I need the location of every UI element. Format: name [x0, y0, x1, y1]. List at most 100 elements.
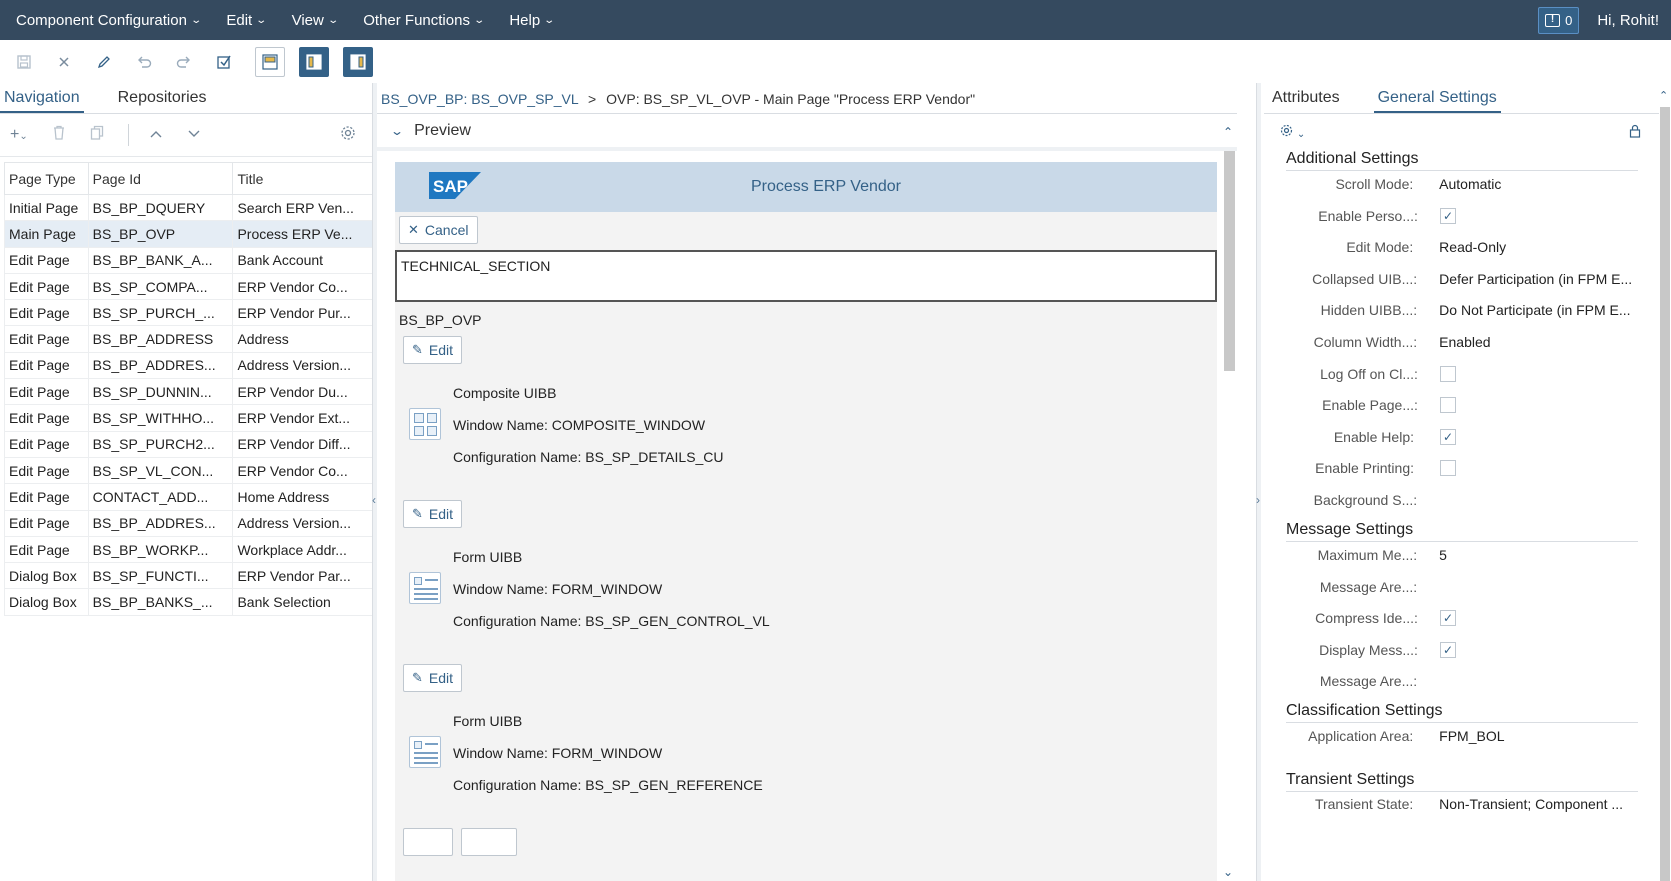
setting-checkbox[interactable]: ✓	[1440, 207, 1456, 224]
preview-header[interactable]: ⌄ Preview	[377, 114, 1237, 151]
table-row[interactable]: Edit Page CONTACT_ADD... Home Address	[4, 483, 374, 511]
menu-other-functions[interactable]: Other Functions ⌄	[350, 0, 496, 40]
layout-right-button[interactable]	[343, 46, 373, 77]
page-id-cell: BS_BP_BANK_A...	[87, 246, 234, 274]
partial-button[interactable]	[403, 828, 453, 856]
check-button[interactable]	[209, 47, 239, 77]
move-up-button[interactable]	[149, 126, 163, 144]
setting-row: Transient State: Non-Transient; Component…	[1286, 792, 1638, 816]
menu-edit[interactable]: Edit ⌄	[213, 0, 278, 40]
page-id-cell: BS_BP_BANKS_...	[87, 588, 234, 616]
table-row[interactable]: Edit Page BS_BP_ADDRESS Address	[4, 325, 374, 353]
menu-component-configuration[interactable]: Component Configuration ⌄	[0, 0, 213, 40]
table-row[interactable]: Dialog Box BS_BP_BANKS_... Bank Selection	[4, 588, 374, 616]
table-row[interactable]: Dialog Box BS_SP_FUNCTI... ERP Vendor Par.…	[4, 562, 374, 590]
add-button[interactable]: +⌄	[10, 126, 28, 144]
column-header-page-id[interactable]: Page Id	[87, 162, 234, 195]
page-type-cell: Edit Page	[4, 404, 89, 432]
column-header-page-type[interactable]: Page Type	[4, 162, 89, 195]
title-cell: Search ERP Ven...	[232, 193, 374, 222]
layout-top-button[interactable]	[255, 46, 285, 77]
edit-button[interactable]: ✎ Edit	[403, 500, 463, 528]
top-menu-bar: Component Configuration ⌄ Edit ⌄ View ⌄ Oth…	[0, 0, 1671, 40]
edit-button[interactable]: ✎ Edit	[403, 336, 463, 364]
menu-view[interactable]: View ⌄	[279, 0, 351, 40]
tab-repositories[interactable]: Repositories	[114, 83, 211, 113]
tab-navigation[interactable]: Navigation	[0, 83, 84, 113]
tab-attributes[interactable]: Attributes	[1268, 83, 1344, 113]
table-row[interactable]: Edit Page BS_BP_ADDRES... Address Version.…	[4, 351, 374, 380]
delete-button[interactable]	[52, 125, 66, 145]
center-scrollbar[interactable]: ⌃ ⌄	[1222, 83, 1237, 881]
page-type-cell: Edit Page	[4, 456, 89, 485]
save-icon	[17, 54, 31, 69]
table-row[interactable]: Initial Page BS_BP_DQUERY Search ERP Ven..…	[4, 193, 374, 222]
redo-button[interactable]	[169, 47, 199, 77]
setting-checkbox[interactable]	[1440, 397, 1456, 414]
setting-row: Log Off on Cl...:	[1286, 362, 1638, 386]
table-row[interactable]: Edit Page BS_BP_WORKP... Workplace Addr...	[4, 535, 374, 564]
table-row[interactable]: Edit Page BS_SP_VL_CON... ERP Vendor Co...	[4, 456, 374, 485]
scrollbar-thumb[interactable]	[1224, 151, 1235, 371]
partial-button[interactable]	[461, 828, 517, 856]
menu-help[interactable]: Help ⌄	[496, 0, 566, 40]
transient-settings-title: Transient Settings	[1286, 771, 1638, 792]
table-row[interactable]: Edit Page BS_BP_BANK_A... Bank Account	[4, 246, 374, 274]
setting-row: Maximum Me...: 5	[1286, 543, 1638, 567]
label-colon: :	[1413, 270, 1418, 287]
column-header-title[interactable]: Title	[232, 162, 374, 195]
setting-label: Display Mess...	[1319, 641, 1414, 658]
cancel-button[interactable]: ✕ Cancel	[399, 216, 478, 244]
title-cell: ERP Vendor Co...	[232, 456, 374, 485]
setting-checkbox[interactable]	[1440, 365, 1456, 382]
preview-label: Preview	[414, 121, 471, 139]
scrollbar-thumb[interactable]	[1660, 107, 1670, 881]
notification-button[interactable]: ! 0	[1538, 6, 1580, 34]
settings-button[interactable]	[340, 125, 356, 146]
lock-button[interactable]	[1629, 124, 1641, 141]
edit-button[interactable]: ✎ Edit	[403, 664, 463, 692]
setting-row: Compress Ide...: ✓	[1286, 606, 1638, 630]
chevron-up-icon[interactable]: ⌃	[1223, 125, 1233, 139]
table-row[interactable]: Edit Page BS_SP_PURCH2... ERP Vendor Diff.…	[4, 430, 374, 458]
table-row[interactable]: Edit Page BS_SP_PURCH_... ERP Vendor Pur..…	[4, 299, 374, 327]
save-button[interactable]	[9, 47, 39, 77]
table-row[interactable]: Main Page BS_BP_OVP Process ERP Ve...	[4, 220, 374, 248]
move-down-button[interactable]	[187, 126, 201, 144]
copy-icon	[90, 125, 103, 140]
chevron-down-icon: ⌄	[327, 14, 339, 26]
pencil-icon: ✎	[412, 342, 423, 357]
setting-value: FPM_BOL	[1439, 728, 1505, 744]
setting-checkbox[interactable]: ✓	[1440, 428, 1456, 445]
label-colon: :	[1413, 302, 1418, 319]
section-id: BS_BP_OVP	[399, 312, 482, 328]
page-type-cell: Edit Page	[4, 430, 89, 458]
setting-label: Compress Ide...	[1315, 610, 1414, 626]
chevron-down-icon	[188, 130, 200, 137]
setting-label: Hidden UIBB...	[1320, 302, 1414, 319]
layout-left-button[interactable]	[299, 46, 329, 77]
right-splitter[interactable]: ›	[1256, 83, 1261, 881]
tab-general-settings[interactable]: General Settings	[1373, 83, 1501, 113]
undo-button[interactable]	[129, 47, 159, 77]
setting-label: Message Are...	[1319, 578, 1414, 595]
copy-button[interactable]	[90, 125, 104, 145]
table-row[interactable]: Edit Page BS_BP_ADDRES... Address Version.…	[4, 509, 374, 537]
edit-button[interactable]	[89, 47, 119, 77]
user-greeting[interactable]: Hi, Rohit!	[1597, 12, 1659, 29]
setting-label: Column Width...	[1313, 334, 1414, 350]
setting-checkbox[interactable]: ✓	[1440, 610, 1456, 626]
settings-menu-button[interactable]: ⌄	[1280, 124, 1305, 140]
menu-label: Help	[509, 11, 541, 29]
breadcrumb-link[interactable]: BS_OVP_BP: BS_OVP_SP_VL	[381, 91, 578, 107]
table-row[interactable]: Edit Page BS_SP_WITHHO... ERP Vendor Ext..…	[4, 404, 374, 432]
table-row[interactable]: Edit Page BS_SP_COMPA... ERP Vendor Co...	[4, 272, 374, 301]
chevron-left-icon: ‹	[372, 493, 376, 507]
table-row[interactable]: Edit Page BS_SP_DUNNIN... ERP Vendor Du...	[4, 378, 374, 406]
chevron-down-icon[interactable]: ⌄	[1223, 865, 1233, 879]
close-button[interactable]	[49, 47, 79, 77]
right-scrollbar[interactable]: ⌃	[1659, 83, 1671, 881]
setting-checkbox[interactable]	[1440, 460, 1456, 477]
setting-checkbox[interactable]: ✓	[1440, 641, 1456, 658]
chevron-up-icon[interactable]: ⌃	[1659, 89, 1668, 102]
